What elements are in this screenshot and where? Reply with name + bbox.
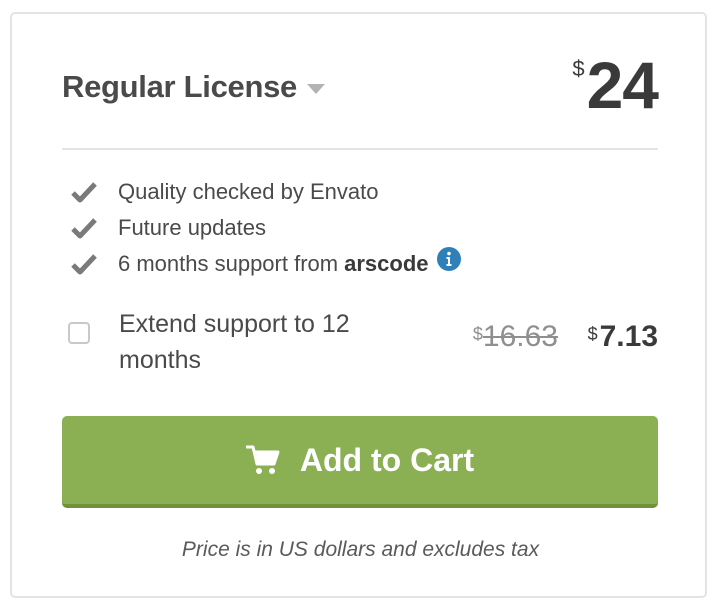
price-footnote: Price is in US dollars and excludes tax bbox=[181, 538, 540, 561]
license-price: $ 24 bbox=[572, 48, 659, 122]
author-name: arscode bbox=[344, 251, 429, 276]
list-item: Future updates bbox=[70, 210, 461, 246]
extend-support-label[interactable]: Extend support to 12 months bbox=[119, 306, 419, 378]
list-item: 6 months support from arscode bbox=[70, 246, 461, 282]
info-icon[interactable] bbox=[436, 247, 461, 271]
new-price-currency: $ bbox=[587, 324, 598, 344]
cart-icon bbox=[245, 444, 280, 476]
license-name: Regular License bbox=[62, 69, 297, 104]
license-type-dropdown[interactable]: Regular License bbox=[62, 69, 325, 105]
old-price: $ 16.63 bbox=[473, 322, 558, 352]
add-to-cart-button[interactable]: Add to Cart bbox=[62, 416, 658, 508]
feature-text: Future updates bbox=[118, 215, 266, 240]
extend-support-checkbox[interactable] bbox=[68, 322, 90, 344]
checkmark-icon bbox=[70, 178, 98, 206]
feature-text: 6 months support from bbox=[118, 251, 339, 276]
extend-support-option: Extend support to 12 months $ 16.63 $ 7.… bbox=[68, 302, 658, 378]
feature-list: Quality checked by Envato Future updates… bbox=[70, 174, 461, 282]
chevron-down-icon bbox=[306, 84, 325, 94]
new-price-amount: 7.13 bbox=[599, 320, 658, 353]
checkmark-icon bbox=[70, 214, 98, 242]
license-header: Regular License $ 24 bbox=[62, 14, 659, 150]
license-purchase-card: Regular License $ 24 Quality checked by … bbox=[10, 12, 707, 598]
new-price: $ 7.13 bbox=[588, 322, 658, 352]
add-to-cart-label: Add to Cart bbox=[299, 441, 475, 478]
checkmark-icon bbox=[70, 250, 98, 278]
price-currency: $ bbox=[572, 56, 585, 81]
feature-text: Quality checked by Envato bbox=[118, 179, 379, 204]
old-price-amount: 16.63 bbox=[482, 320, 558, 353]
list-item: Quality checked by Envato bbox=[70, 174, 461, 210]
old-price-currency: $ bbox=[472, 324, 483, 344]
price-amount: 24 bbox=[586, 48, 659, 122]
